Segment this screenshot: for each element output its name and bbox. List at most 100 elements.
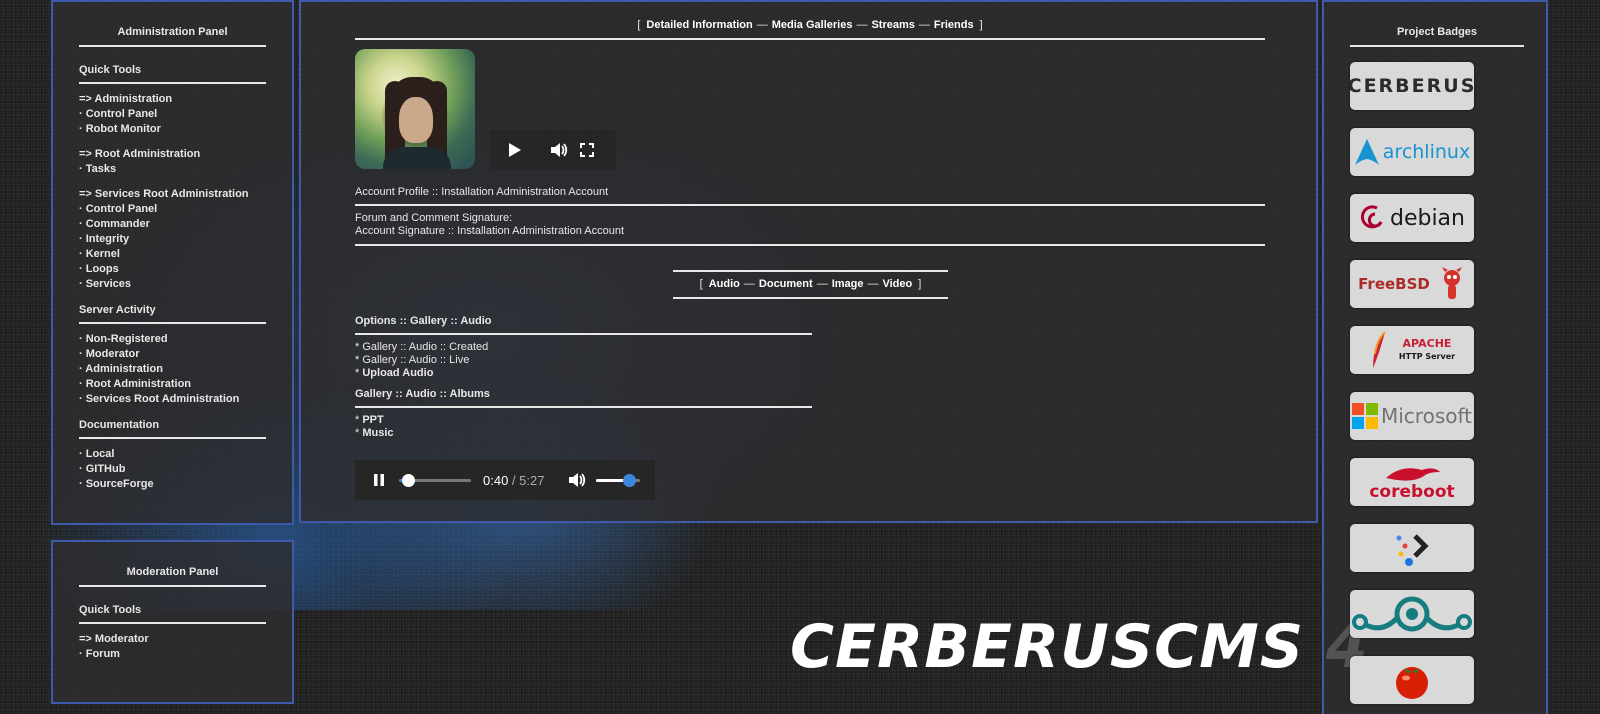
gallery-option-created: * Gallery :: Audio :: Created <box>355 341 812 354</box>
menu-item[interactable]: => Administration <box>79 92 266 107</box>
gallery-albums-title: Gallery :: Audio :: Albums <box>355 388 812 408</box>
badge-label: debian <box>1389 205 1465 231</box>
sub-nav-open-bracket: [ <box>699 278 703 290</box>
nav-detailed-information[interactable]: Detailed Information <box>646 19 752 31</box>
badge-cerberus[interactable]: CERBERUS <box>1350 62 1474 110</box>
media-tab-document[interactable]: Document <box>759 278 813 290</box>
badge-lineageos[interactable] <box>1350 590 1474 638</box>
fullscreen-button[interactable] <box>580 143 594 157</box>
menu-item[interactable]: · Administration <box>79 362 266 377</box>
nav-media-galleries[interactable]: Media Galleries <box>772 19 853 31</box>
seek-thumb[interactable] <box>401 473 415 487</box>
top-navigation: [Detailed Information — Media Galleries — St… <box>355 19 1265 40</box>
menu-item[interactable]: · Local <box>79 447 266 462</box>
administration-panel: Administration Panel Quick Tools => Admin… <box>51 0 294 525</box>
badge-microsoft[interactable]: Microsoft <box>1350 392 1474 440</box>
pause-button[interactable] <box>373 473 385 487</box>
administration-sections: Quick Tools => Administration · Control Pa… <box>79 64 266 502</box>
current-time: 0:40 <box>483 472 509 488</box>
menu-item[interactable]: · Control Panel <box>79 202 266 217</box>
gallery-option-upload: * Upload Audio <box>355 367 812 380</box>
sub-nav-separator: — <box>867 278 879 290</box>
menu-item[interactable]: · Commander <box>79 217 266 232</box>
badge-debian[interactable]: debian <box>1350 194 1474 242</box>
menu-item[interactable]: · Services Root Administration <box>79 392 266 407</box>
badge-label: archlinux <box>1382 141 1471 163</box>
gallery-option-live: * Gallery :: Audio :: Live <box>355 354 812 367</box>
menu-item[interactable]: => Root Administration <box>79 147 266 162</box>
menu-item[interactable]: => Services Root Administration <box>79 187 266 202</box>
menu-item[interactable]: · Integrity <box>79 232 266 247</box>
freebsd-daemon-icon <box>1441 267 1462 299</box>
video-player-controls <box>490 130 616 170</box>
menu-item[interactable]: · Control Panel <box>79 107 266 122</box>
menu-item[interactable]: · Kernel <box>79 247 266 262</box>
tomato-icon <box>1396 667 1428 699</box>
pause-icon <box>374 474 384 486</box>
badge-prompt[interactable] <box>1350 524 1474 572</box>
upload-audio-link[interactable]: Upload Audio <box>362 367 433 379</box>
apache-feather-icon <box>1372 331 1386 368</box>
audio-player: 0:40 / 5:27 <box>355 460 655 500</box>
menu-item[interactable]: · GITHub <box>79 462 266 477</box>
video-mute-button[interactable] <box>550 142 568 158</box>
audio-gallery-section: Options :: Gallery :: Audio * Gallery ::… <box>355 315 812 440</box>
arch-logo-icon <box>1354 139 1379 165</box>
volume-thumb[interactable] <box>623 473 637 487</box>
badge-label: FreeBSD <box>1358 275 1430 293</box>
media-tab-video[interactable]: Video <box>882 278 912 290</box>
album-link-music[interactable]: Music <box>362 427 393 439</box>
badge-apache[interactable]: APACHE HTTP Server <box>1350 326 1474 374</box>
top-nav-open-bracket: [ <box>637 19 641 31</box>
site-brand-title: CERBERUSCMS 4 <box>790 612 1369 682</box>
badge-label: CERBERUS <box>1350 75 1474 97</box>
media-tab-audio[interactable]: Audio <box>709 278 740 290</box>
sub-nav-separator: — <box>816 278 828 290</box>
menu-item[interactable]: · Services <box>79 277 266 292</box>
badge-label: coreboot <box>1369 482 1455 502</box>
play-button[interactable] <box>508 142 522 158</box>
signature-block: Forum and Comment Signature: Account Sig… <box>355 212 1265 246</box>
audio-seek-slider[interactable] <box>399 473 471 487</box>
badge-archlinux[interactable]: archlinux <box>1350 128 1474 176</box>
lineageos-logo-icon <box>1352 596 1472 632</box>
signature-value: Account Signature :: Installation Admini… <box>355 225 625 237</box>
menu-item[interactable]: · SourceForge <box>79 477 266 492</box>
sub-nav-separator: — <box>743 278 755 290</box>
menu-item-moderator[interactable]: => Moderator <box>79 632 266 647</box>
badge-list: CERBERUS archlinux debian FreeBSD APACHE… <box>1350 62 1546 704</box>
nav-friends[interactable]: Friends <box>934 19 974 31</box>
menu-item[interactable]: · Moderator <box>79 347 266 362</box>
menu-item[interactable]: · Loops <box>79 262 266 277</box>
media-type-navigation: [Audio — Document — Image — Video] <box>673 270 948 299</box>
badge-freebsd[interactable]: FreeBSD <box>1350 260 1474 308</box>
album-item: * PPT <box>355 414 812 427</box>
moderation-quick-tools-title: Quick Tools <box>79 604 266 624</box>
volume-icon <box>569 473 586 487</box>
badge-tomato[interactable] <box>1350 656 1474 704</box>
administration-panel-title: Administration Panel <box>79 26 266 47</box>
audio-mute-button[interactable] <box>568 472 586 488</box>
gallery-options-title: Options :: Gallery :: Audio <box>355 315 812 335</box>
badge-coreboot[interactable]: coreboot <box>1350 458 1474 506</box>
menu-item[interactable]: · Robot Monitor <box>79 122 266 137</box>
menu-item-forum[interactable]: · Forum <box>79 647 266 662</box>
menu-item[interactable]: · Non-Registered <box>79 332 266 347</box>
project-badges-title: Project Badges <box>1350 26 1524 47</box>
volume-icon <box>551 143 568 157</box>
nav-streams[interactable]: Streams <box>871 19 914 31</box>
album-link-ppt[interactable]: PPT <box>362 414 383 426</box>
section-title: Quick Tools <box>79 64 266 84</box>
gallery-option-created-label: Gallery :: Audio :: Created <box>362 341 489 353</box>
sub-nav-close-bracket: ] <box>918 278 922 290</box>
terminal-prompt-icon <box>1396 534 1429 566</box>
coreboot-hare-icon <box>1386 468 1440 481</box>
audio-volume-slider[interactable] <box>596 473 641 487</box>
time-separator: / <box>508 472 520 488</box>
debian-swirl-icon <box>1360 205 1383 229</box>
media-tab-image[interactable]: Image <box>832 278 864 290</box>
menu-item[interactable]: · Root Administration <box>79 377 266 392</box>
microsoft-logo-icon <box>1351 403 1378 429</box>
nav-separator: — <box>856 19 868 31</box>
menu-item[interactable]: · Tasks <box>79 162 266 177</box>
